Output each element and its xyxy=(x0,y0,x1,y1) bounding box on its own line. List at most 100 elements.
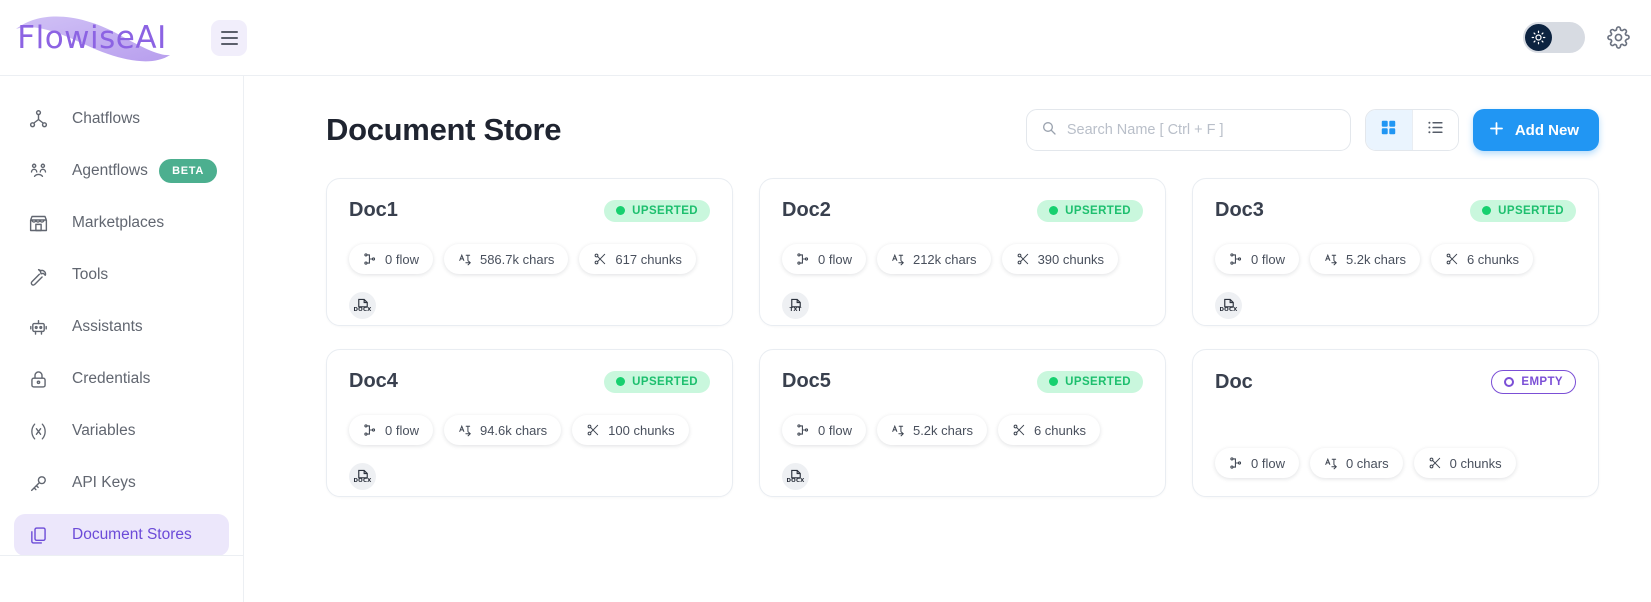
sidebar-item-assistants[interactable]: Assistants xyxy=(14,306,229,348)
sidebar-item-label: Tools xyxy=(72,266,109,283)
char-count-label: 94.6k chars xyxy=(479,422,548,438)
sidebar-item-tools[interactable]: Tools xyxy=(14,254,229,296)
sidebar-item-label: Credentials xyxy=(72,370,151,387)
marketplace-icon xyxy=(26,211,50,235)
flow-count-chip: 0 flow xyxy=(782,415,866,445)
card-header: Doc EMPTY xyxy=(1215,370,1576,394)
status-badge: UPSERTED xyxy=(604,199,710,222)
char-count-label: 212k chars xyxy=(912,251,977,267)
scissors-icon xyxy=(1012,423,1026,437)
char-count-chip: 5.2k chars xyxy=(876,415,987,445)
theme-toggle[interactable] xyxy=(1523,22,1585,53)
flow-icon xyxy=(363,252,377,266)
characters-icon xyxy=(1324,252,1338,266)
char-count-label: 586.7k chars xyxy=(479,251,555,267)
char-count-chip: 0 chars xyxy=(1309,448,1403,478)
chunk-count-label: 0 chunks xyxy=(1449,455,1502,471)
chunk-count-label: 100 chunks xyxy=(608,422,675,438)
add-new-label: Add New xyxy=(1514,121,1579,139)
char-count-chip: 586.7k chars xyxy=(443,244,569,274)
card-stats: 0 flow 5.2k chars 6 chunks xyxy=(1215,244,1576,274)
flow-count-label: 0 flow xyxy=(385,251,419,267)
sidebar-item-label: Variables xyxy=(72,422,136,439)
file-type-icon: DOCX xyxy=(349,292,376,319)
search-input[interactable] xyxy=(1066,122,1336,138)
chunk-count-label: 6 chunks xyxy=(1033,422,1086,438)
chunk-count-label: 617 chunks xyxy=(615,251,682,267)
file-type-icon: DOCX xyxy=(782,463,809,490)
sidebar-item-variables[interactable]: Variables xyxy=(14,410,229,452)
file-type-label: DOCX xyxy=(786,478,805,484)
status-dot-icon xyxy=(616,377,626,386)
flow-icon xyxy=(1229,252,1243,266)
list-view-button[interactable] xyxy=(1411,110,1458,150)
status-dot-icon xyxy=(616,206,626,215)
flow-count-chip: 0 flow xyxy=(782,244,866,274)
sidebar-item-document-stores[interactable]: Document Stores xyxy=(14,514,229,556)
card-title: Doc xyxy=(1215,370,1253,393)
sidebar-item-api-keys[interactable]: API Keys xyxy=(14,462,229,504)
flow-count-chip: 0 flow xyxy=(1215,448,1299,478)
grid-view-button[interactable] xyxy=(1365,110,1412,150)
sidebar-item-credentials[interactable]: Credentials xyxy=(14,358,229,400)
hamburger-menu-icon[interactable] xyxy=(211,19,247,56)
card-title: Doc1 xyxy=(349,199,398,221)
char-count-label: 0 chars xyxy=(1345,455,1389,471)
scissors-icon xyxy=(1428,456,1442,470)
characters-icon xyxy=(891,423,905,437)
file-type-label: DOCX xyxy=(353,478,372,484)
status-dot-icon xyxy=(1049,377,1059,386)
main-header: Document Store Search Name [Ctrl + F] … xyxy=(326,104,1599,156)
flow-icon xyxy=(1229,456,1243,470)
gear-icon[interactable] xyxy=(1603,23,1633,53)
char-count-chip: 212k chars xyxy=(876,244,991,274)
document-card[interactable]: Doc4 UPSERTED 0 flow 94.6k chars 100 chu… xyxy=(326,349,733,497)
status-badge: UPSERTED xyxy=(1470,199,1576,222)
wrench-icon xyxy=(26,263,50,287)
view-toggle-group xyxy=(1364,109,1459,151)
flow-count-chip: 0 flow xyxy=(1215,244,1299,274)
status-badge: EMPTY xyxy=(1491,370,1576,394)
main-content: Document Store Search Name [Ctrl + F] … xyxy=(244,76,1651,602)
file-type-icon: DOCX xyxy=(1215,292,1242,319)
header-toolbar: Add New xyxy=(1025,109,1599,151)
file-type-label: DOCX xyxy=(353,307,372,313)
card-title: Doc2 xyxy=(782,199,831,221)
flow-icon xyxy=(796,252,810,266)
search-box[interactable] xyxy=(1025,109,1351,151)
document-card[interactable]: Doc EMPTY 0 flow 0 chars 0 chunks xyxy=(1192,349,1599,497)
flow-count-chip: 0 flow xyxy=(349,244,433,274)
sidebar-item-marketplaces[interactable]: Marketplaces xyxy=(14,202,229,244)
char-count-chip: 94.6k chars xyxy=(443,415,562,445)
char-count-chip: 5.2k chars xyxy=(1309,244,1420,274)
document-card[interactable]: Doc1 UPSERTED 0 flow 586.7k chars 617 ch… xyxy=(326,178,733,326)
plus-icon xyxy=(1487,119,1506,142)
app-logo[interactable]: FlowiseAI xyxy=(12,7,172,69)
file-type-label: TXT xyxy=(789,307,802,313)
status-badge: UPSERTED xyxy=(604,370,710,393)
flow-icon xyxy=(796,423,810,437)
sidebar-item-label: API Keys xyxy=(72,474,136,491)
page-title: Document Store xyxy=(326,112,562,147)
list-icon xyxy=(1426,118,1445,142)
file-type-label: DOCX xyxy=(1219,307,1238,313)
chunk-count-label: 6 chunks xyxy=(1466,251,1519,267)
flow-count-chip: 0 flow xyxy=(349,415,433,445)
flow-count-label: 0 flow xyxy=(818,422,852,438)
document-card[interactable]: Doc5 UPSERTED 0 flow 5.2k chars 6 chunks… xyxy=(759,349,1166,497)
card-stats: 0 flow 94.6k chars 100 chunks xyxy=(349,415,710,445)
sidebar: Chatflows Agentflows BETA Marketplaces T… xyxy=(0,76,244,602)
status-badge: UPSERTED xyxy=(1037,199,1143,222)
document-card[interactable]: Doc3 UPSERTED 0 flow 5.2k chars 6 chunks… xyxy=(1192,178,1599,326)
document-card[interactable]: Doc2 UPSERTED 0 flow 212k chars 390 chun… xyxy=(759,178,1166,326)
status-dot-icon xyxy=(1504,377,1515,387)
sidebar-item-label: Marketplaces xyxy=(72,214,165,231)
add-new-button[interactable]: Add New xyxy=(1472,109,1599,151)
chunk-count-chip: 390 chunks xyxy=(1001,244,1119,274)
sidebar-item-chatflows[interactable]: Chatflows xyxy=(14,98,229,140)
status-dot-icon xyxy=(1482,206,1492,215)
characters-icon xyxy=(891,252,905,266)
sidebar-item-agentflows[interactable]: Agentflows BETA xyxy=(14,150,229,192)
top-bar: FlowiseAI xyxy=(0,0,1651,76)
char-count-label: 5.2k chars xyxy=(912,422,973,438)
